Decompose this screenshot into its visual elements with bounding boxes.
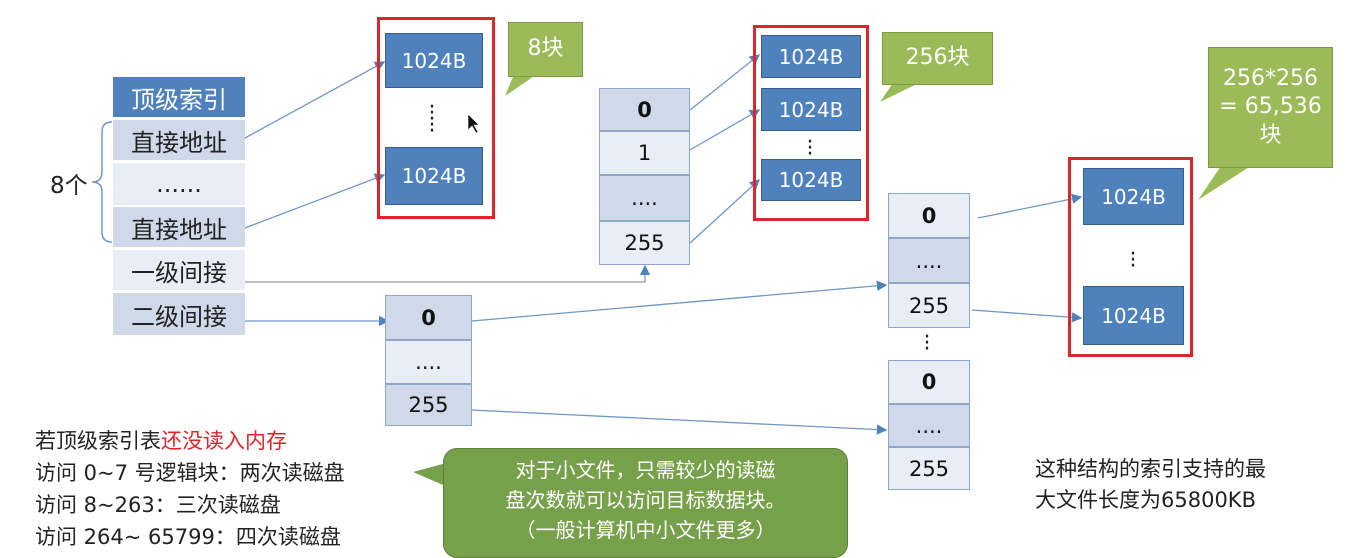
vertical-ellipsis: · · ·	[1129, 242, 1137, 279]
arrow-level1	[245, 264, 651, 283]
note-highlight: 还没读入内存	[161, 429, 287, 453]
data-block: 1024B	[385, 147, 483, 205]
callout-8-blocks: 8块	[508, 22, 583, 77]
l2-entry: 0	[385, 295, 472, 340]
top-index-row-level1: 一级间接	[113, 250, 245, 290]
data-block: 1024B	[1083, 168, 1184, 225]
data-block: 1024B	[761, 159, 861, 201]
arrow-l2-0	[471, 280, 888, 322]
brace-label: 8个	[50, 173, 88, 199]
vertical-ellipsis: · · · · ·	[428, 95, 436, 144]
l2-entry: ....	[385, 340, 472, 384]
vertical-ellipsis: · · ·	[923, 325, 931, 362]
note-line-4: 访问 264~ 65799：四次读磁盘	[35, 525, 341, 549]
l2a-entry: 255	[888, 283, 970, 328]
note-line-2: 访问 0~7 号逻辑块：两次读磁盘	[35, 461, 345, 485]
callout-line: = 65,536	[1219, 94, 1322, 120]
top-index-row-level2: 二级间接	[113, 293, 245, 335]
arrow-l1-255	[689, 179, 760, 244]
top-index-row-ellipsis: ......	[113, 163, 245, 205]
l2b-entry: 255	[888, 447, 970, 490]
data-block: 1024B	[1083, 286, 1184, 345]
callout-line: 对于小文件，只需较少的读磁	[515, 458, 776, 482]
callout-line: 256*256	[1223, 65, 1318, 91]
max-size-line-2: 大文件长度为65800KB	[1035, 488, 1256, 512]
arrow-l2a-0	[977, 193, 1083, 219]
l1-entry: 0	[599, 88, 690, 131]
top-index-row-direct-last: 直接地址	[113, 207, 245, 247]
callout-line: （一般计算机中小文件更多）	[515, 518, 776, 542]
l2a-entry: 0	[888, 193, 970, 238]
top-index-header: 顶级索引	[113, 77, 245, 117]
l2b-entry: ....	[888, 404, 970, 447]
arrow-l1-0	[689, 54, 761, 111]
arrow-l1-1	[689, 109, 761, 151]
brace	[91, 121, 113, 243]
callout-256-blocks: 256块	[882, 32, 993, 85]
arrow-direct-8	[244, 173, 386, 229]
l1-entry: 1	[599, 131, 690, 175]
note-line-3: 访问 8~263：三次读磁盘	[35, 493, 281, 517]
l1-entry: ....	[599, 175, 690, 221]
callout-line: 块	[1259, 122, 1282, 148]
small-file-callout: 对于小文件，只需较少的读磁 盘次数就可以访问目标数据块。 （一般计算机中小文件更…	[443, 448, 848, 558]
l2b-entry: 0	[888, 360, 970, 404]
data-block: 1024B	[385, 33, 483, 88]
callout-65536-blocks: 256*256 = 65,536 块	[1208, 47, 1333, 168]
l2-entry: 255	[385, 384, 472, 426]
top-index-row-direct-first: 直接地址	[113, 120, 245, 160]
note-line-1: 若顶级索引表还没读入内存	[35, 425, 287, 455]
data-block: 1024B	[761, 88, 861, 131]
arrow-l2a-255	[971, 309, 1083, 323]
callout-line: 盘次数就可以访问目标数据块。	[505, 488, 786, 512]
l1-entry: 255	[599, 221, 690, 265]
arrow-direct-1	[244, 61, 386, 139]
note-prefix: 若顶级索引表	[35, 429, 161, 453]
l2a-entry: ....	[888, 238, 970, 283]
max-size-line-1: 这种结构的索引支持的最	[1035, 457, 1266, 481]
arrow-l2-255	[471, 409, 888, 435]
data-block: 1024B	[761, 35, 861, 78]
vertical-ellipsis: · · ·	[806, 130, 814, 167]
